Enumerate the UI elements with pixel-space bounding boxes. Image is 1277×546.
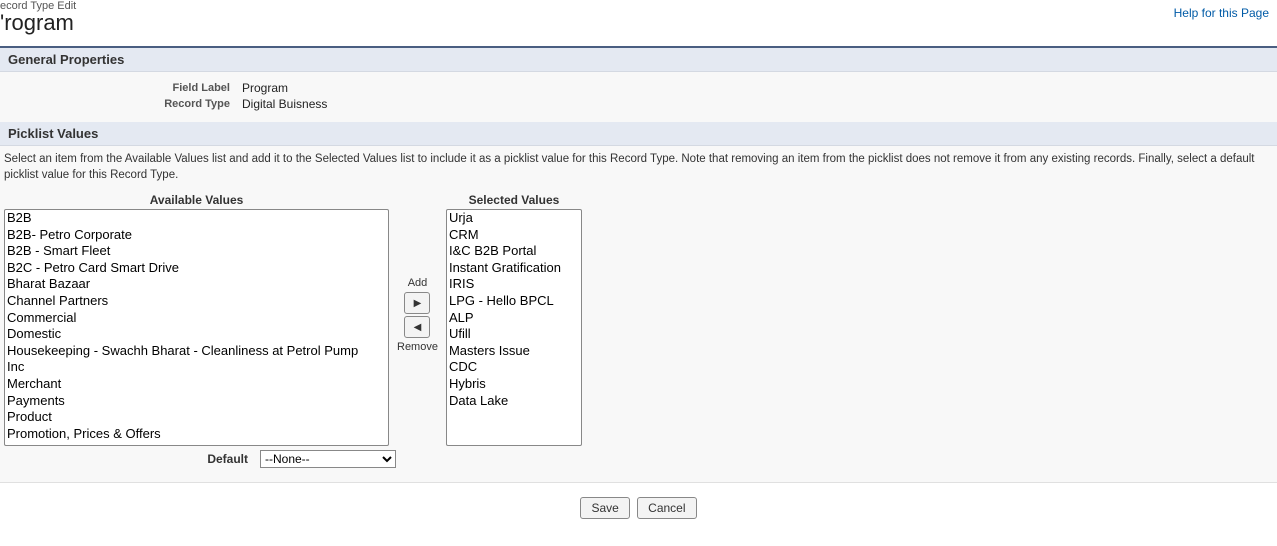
add-label: Add [408,277,428,289]
chevron-right-icon: ▶ [414,298,422,309]
list-item[interactable]: ALP [447,310,581,327]
record-type-val: Digital Buisness [242,97,327,111]
section-picklist-header: Picklist Values [0,122,1277,146]
default-select[interactable]: --None-- [260,450,396,468]
list-item[interactable]: Channel Partners [5,293,388,310]
list-item[interactable]: Promotion, Prices & Offers [5,426,388,443]
available-title: Available Values [150,193,244,207]
list-item[interactable]: Masters Issue [447,343,581,360]
list-item[interactable]: LPG - Hello BPCL [447,293,581,310]
list-item[interactable]: Hybris [447,376,581,393]
list-item[interactable]: Urja [447,210,581,227]
section-general-header: General Properties [0,48,1277,72]
picklist-area: Available Values B2BB2B- Petro Corporate… [0,193,1277,483]
selected-title: Selected Values [469,193,560,207]
selected-values-list[interactable]: UrjaCRMI&C B2B PortalInstant Gratificati… [446,209,582,446]
list-item[interactable]: Product [5,409,388,426]
list-item[interactable]: B2B - Smart Fleet [5,243,388,260]
list-item[interactable]: Ufill [447,326,581,343]
page-title: 'rogram [0,10,1277,36]
default-label: Default [4,452,260,466]
list-item[interactable]: Data Lake [447,393,581,410]
list-item[interactable]: Bharat Bazaar [5,276,388,293]
list-item[interactable]: CRM [447,227,581,244]
add-button[interactable]: ▶ [404,292,430,314]
help-link[interactable]: Help for this Page [1174,6,1269,20]
list-item[interactable]: Housekeeping - Swachh Bharat - Cleanline… [5,343,388,360]
list-item[interactable]: IRIS [447,276,581,293]
field-label-val: Program [242,81,288,95]
list-item[interactable]: Commercial [5,310,388,327]
footer-buttons: Save Cancel [0,483,1277,531]
list-item[interactable]: Merchant [5,376,388,393]
available-values-list[interactable]: B2BB2B- Petro CorporateB2B - Smart Fleet… [4,209,389,446]
list-item[interactable]: B2B [5,210,388,227]
chevron-left-icon: ◀ [414,322,422,333]
list-item[interactable]: CDC [447,359,581,376]
remove-label: Remove [397,341,438,353]
list-item[interactable]: B2C - Petro Card Smart Drive [5,260,388,277]
list-item[interactable]: Instant Gratification [447,260,581,277]
general-properties: Field Label Program Record Type Digital … [0,72,1277,122]
list-item[interactable]: Inc [5,359,388,376]
field-label-lbl: Field Label [0,82,242,94]
record-type-lbl: Record Type [0,98,242,110]
list-item[interactable]: I&C B2B Portal [447,243,581,260]
cancel-button[interactable]: Cancel [637,497,696,519]
save-button[interactable]: Save [580,497,629,519]
picklist-help-text: Select an item from the Available Values… [0,146,1277,193]
list-item[interactable]: B2B- Petro Corporate [5,227,388,244]
list-item[interactable]: Payments [5,393,388,410]
remove-button[interactable]: ◀ [404,316,430,338]
list-item[interactable]: Domestic [5,326,388,343]
